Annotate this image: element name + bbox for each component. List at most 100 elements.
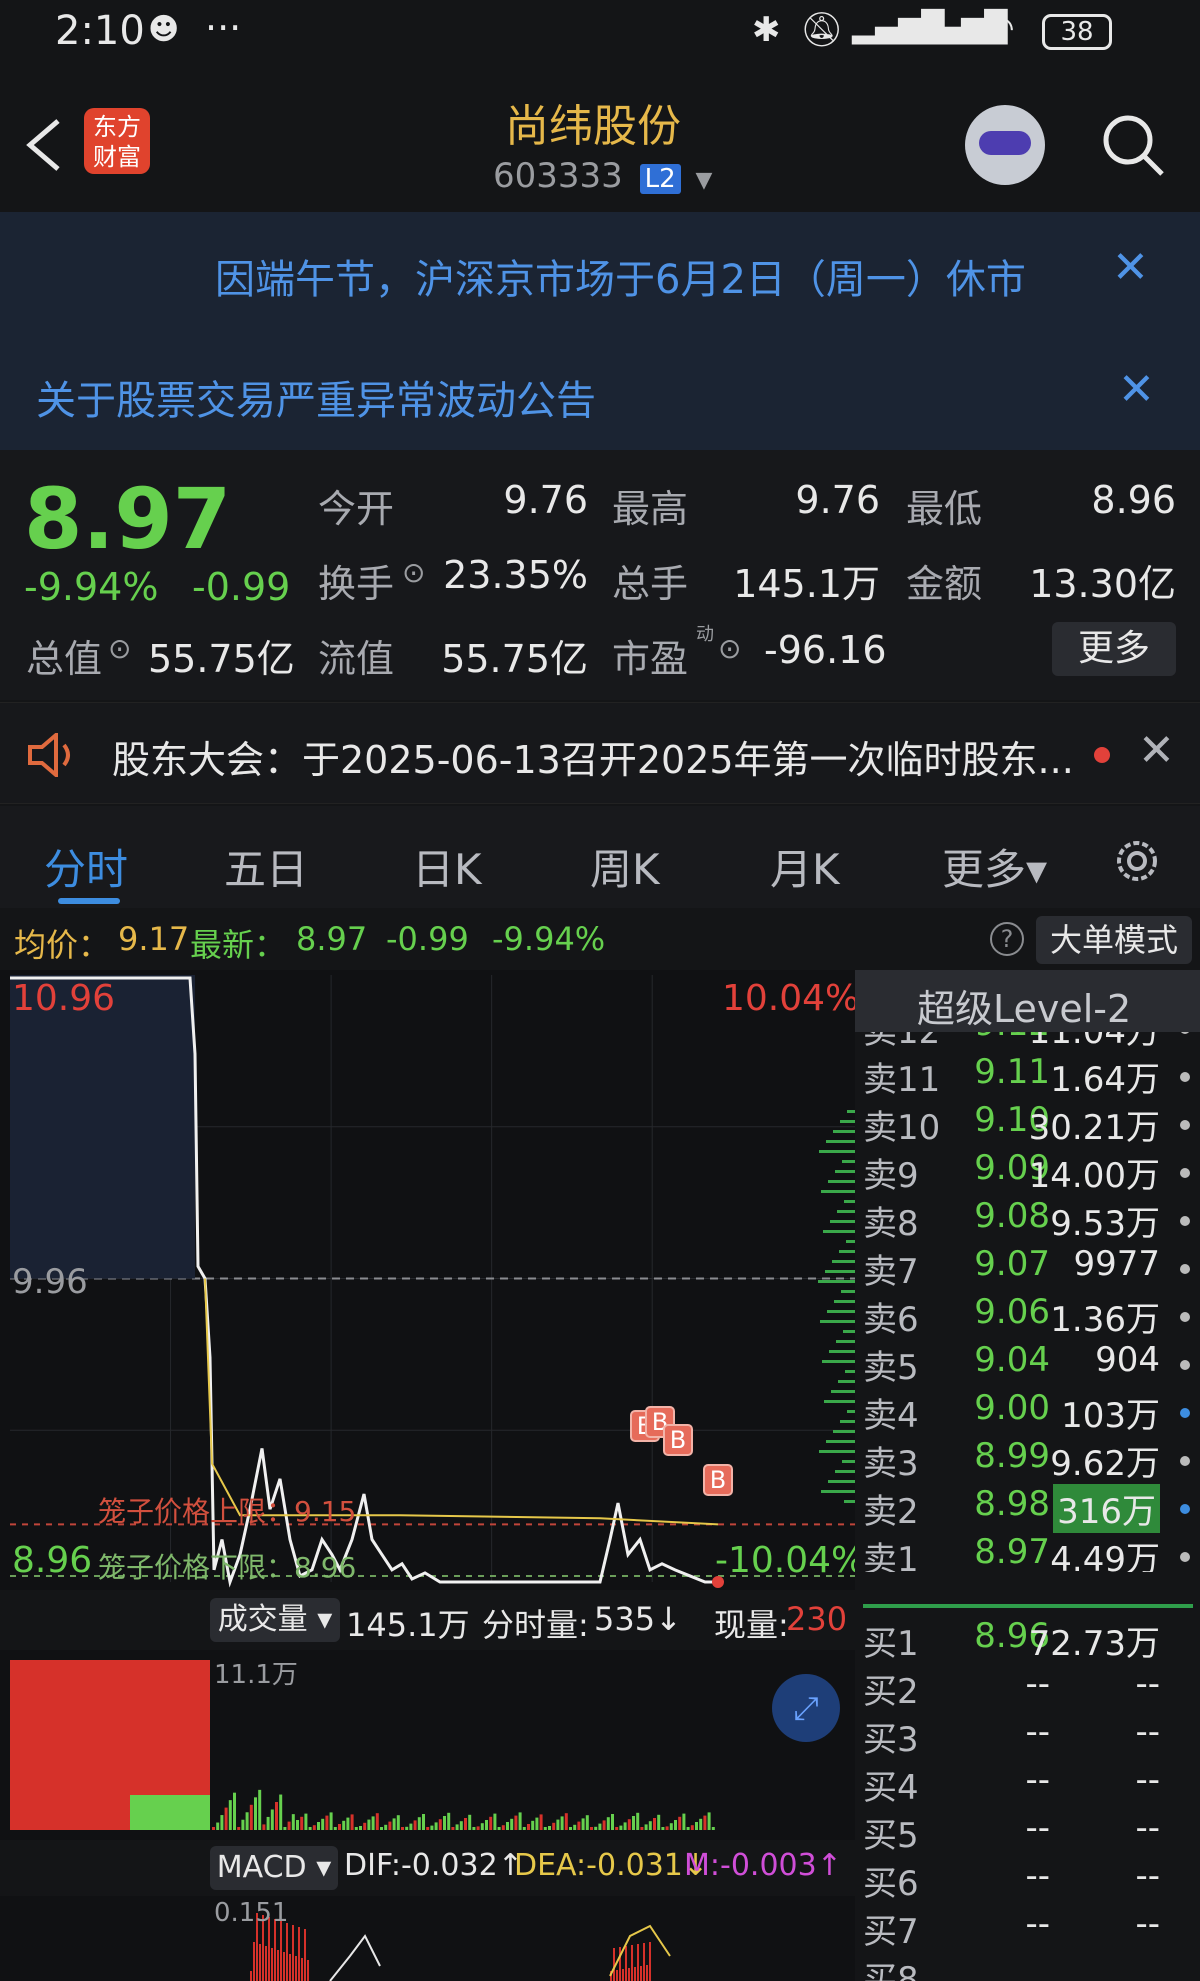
bid-level-label: 买8 — [863, 1960, 919, 1981]
volume-bar — [359, 1826, 362, 1830]
ask-row[interactable]: 卖7 9.07 9977 — [855, 1244, 1200, 1292]
turnover-info-icon[interactable]: ⊙ — [402, 556, 425, 589]
robot-assistant-icon[interactable] — [965, 105, 1045, 185]
app-logo[interactable]: 东方 财富 — [84, 108, 150, 174]
ask-row[interactable]: 卖129.1211.04万 — [855, 1032, 1200, 1052]
volume-bar — [480, 1823, 484, 1830]
big-order-mode-button[interactable]: 大单模式 — [1036, 916, 1192, 964]
ask-row[interactable]: 卖10 9.10 30.21万 — [855, 1100, 1200, 1148]
volume-bar — [417, 1817, 421, 1830]
macd-chart-svg[interactable] — [0, 1896, 855, 1981]
bid-row[interactable]: 买5 -- -- — [855, 1808, 1200, 1856]
level2-title-bar[interactable]: 超级Level-2 — [855, 970, 1200, 1032]
shareholder-meeting-banner[interactable]: 股东大会：于2025-06-13召开2025年第一次临时股东... ✕ — [0, 702, 1200, 804]
detail-dot-icon[interactable] — [1180, 1504, 1190, 1514]
abnormal-volatility-notice[interactable]: 关于股票交易严重异常波动公告 ✕ — [0, 330, 1200, 450]
bid-price: -- — [1025, 1856, 1050, 1896]
ask-row[interactable]: 卖4 9.00 103万 — [855, 1388, 1200, 1436]
tab-intraday[interactable]: 分时 — [44, 836, 128, 897]
depth-bar — [828, 1180, 855, 1183]
volume-chart-svg[interactable] — [0, 1650, 855, 1840]
close-icon[interactable]: ✕ — [1118, 364, 1155, 415]
holiday-notice[interactable]: 因端午节，沪深京市场于6月2日（周一）休市 ✕ — [0, 212, 1200, 330]
detail-dot-icon[interactable] — [1180, 1552, 1190, 1562]
bid-row[interactable]: 买6 -- -- — [855, 1856, 1200, 1904]
amount-label: 金额 — [906, 562, 983, 606]
volume-bar — [468, 1814, 472, 1830]
tab-weekly-k[interactable]: 周K — [590, 836, 660, 897]
volume-selector[interactable]: 成交量 ▾ — [210, 1598, 340, 1642]
tab-more[interactable]: 更多▾ — [942, 836, 1047, 897]
volume-bar — [497, 1827, 501, 1830]
depth-bar — [847, 1110, 855, 1113]
detail-dot-icon[interactable] — [1180, 1072, 1190, 1082]
volume-bar — [249, 1804, 253, 1830]
detail-dot-icon[interactable] — [1180, 1168, 1190, 1178]
more-quote-button[interactable]: 更多 — [1052, 622, 1176, 676]
ask-row[interactable]: 卖5 9.04 904 — [855, 1340, 1200, 1388]
help-icon[interactable]: ? — [990, 922, 1024, 956]
mktcap-info-icon[interactable]: ⊙ — [108, 632, 131, 665]
more-quote-button-label: 更多 — [1077, 628, 1150, 669]
volume-bar — [644, 1824, 648, 1830]
close-icon[interactable]: ✕ — [1138, 725, 1175, 776]
detail-dot-icon[interactable] — [1180, 1264, 1190, 1274]
ask-level-label: 卖12 — [863, 1032, 941, 1052]
tab-five-day[interactable]: 五日 — [224, 836, 308, 897]
ask-row[interactable]: 卖2 8.98 316万 — [855, 1484, 1200, 1533]
bid-row[interactable]: 买1 8.96 72.73万 — [855, 1616, 1200, 1664]
detail-dot-icon[interactable] — [1180, 1120, 1190, 1130]
ask-row[interactable]: 卖6 9.06 1.36万 — [855, 1292, 1200, 1340]
ask-row[interactable]: 卖1 8.97 4.49万 — [855, 1532, 1200, 1572]
macd-selector[interactable]: MACD ▾ — [210, 1846, 338, 1890]
detail-dot-icon[interactable] — [1180, 1312, 1190, 1322]
ask-level-label: 卖7 — [863, 1252, 919, 1292]
detail-dot-icon[interactable] — [1180, 1360, 1190, 1370]
back-arrow-icon[interactable] — [20, 115, 70, 175]
volume-bar — [581, 1818, 585, 1830]
expand-icon[interactable]: ⤢ — [772, 1674, 840, 1742]
detail-dot-icon[interactable] — [1180, 1456, 1190, 1466]
bid-row[interactable]: 买7 -- -- — [855, 1904, 1200, 1952]
detail-dot-icon[interactable] — [1180, 1032, 1190, 1034]
ask-row[interactable]: 卖9 9.09 14.00万 — [855, 1148, 1200, 1196]
buy-marker[interactable]: B — [703, 1464, 733, 1496]
holiday-notice-text: 因端午节，沪深京市场于6月2日（周一）休市 — [215, 257, 1026, 303]
pe-info-icon[interactable]: ⊙ — [718, 632, 741, 665]
depth-bar — [835, 1470, 855, 1473]
tab-daily-k[interactable]: 日K — [412, 836, 482, 897]
volume-bar — [312, 1825, 316, 1830]
bid-row[interactable]: 买4 -- -- — [855, 1760, 1200, 1808]
detail-dot-icon[interactable] — [1180, 1216, 1190, 1226]
bid-row[interactable]: 买2 -- -- — [855, 1664, 1200, 1712]
macd-bar — [253, 1942, 255, 1981]
close-icon[interactable]: ✕ — [1112, 242, 1149, 293]
tab-monthly-k[interactable]: 月K — [770, 836, 840, 897]
ask-row[interactable]: 卖3 8.99 9.62万 — [855, 1436, 1200, 1484]
volume-bar — [422, 1814, 425, 1830]
bid-level-label: 买6 — [863, 1864, 919, 1904]
depth-bar — [827, 1310, 855, 1313]
volume-bar — [258, 1789, 262, 1830]
limit-up-area — [10, 975, 195, 1279]
intraday-chart[interactable]: 10.96 10.04% 9.96 8.96 -10.04% 笼子价格上限：9.… — [0, 970, 865, 1981]
volume-bar — [455, 1824, 459, 1830]
volume-bar — [619, 1825, 623, 1830]
ask-level-label: 卖5 — [863, 1348, 919, 1388]
stock-code-row[interactable]: 603333 L2 ▼ — [493, 156, 712, 200]
volume-bar — [514, 1815, 518, 1830]
bid-row[interactable]: 买3 -- -- — [855, 1712, 1200, 1760]
stock-header: 东方 财富 尚纬股份 603333 L2 ▼ — [0, 70, 1200, 210]
gear-icon[interactable] — [1110, 834, 1164, 888]
volume-bar — [632, 1816, 635, 1830]
ask-row[interactable]: 卖11 9.11 1.64万 — [855, 1052, 1200, 1100]
detail-dot-icon[interactable] — [1180, 1408, 1190, 1418]
search-icon[interactable] — [1098, 110, 1168, 180]
logo-line2: 财富 — [93, 143, 141, 171]
bid-row[interactable]: 买8 — [855, 1952, 1200, 1981]
depth-bar — [821, 1490, 855, 1493]
volume-bar — [518, 1812, 522, 1830]
buy-marker[interactable]: B — [663, 1424, 693, 1456]
volume-bar — [228, 1800, 232, 1830]
ask-row[interactable]: 卖8 9.08 9.53万 — [855, 1196, 1200, 1244]
